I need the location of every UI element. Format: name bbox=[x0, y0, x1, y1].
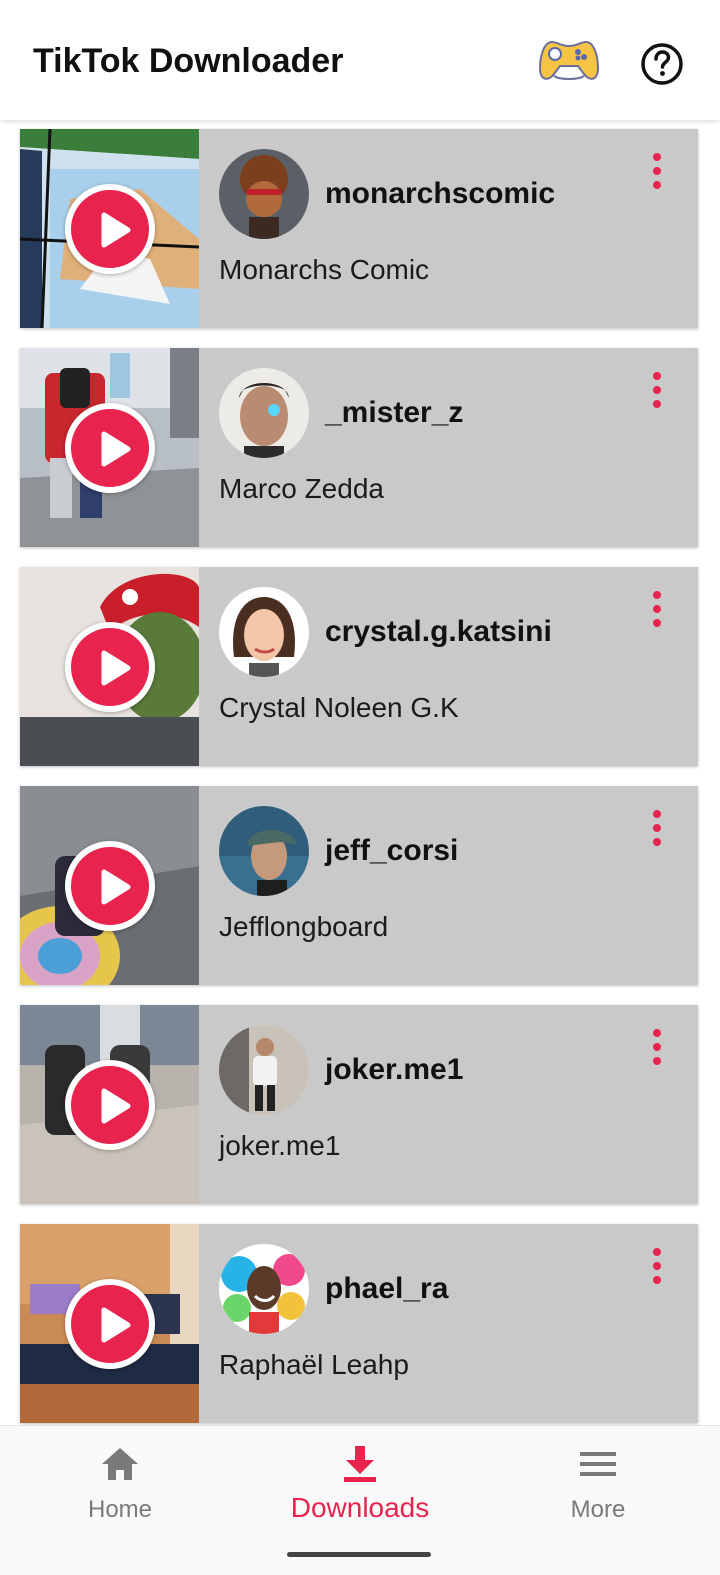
avatar[interactable] bbox=[219, 587, 309, 677]
username: _mister_z bbox=[325, 396, 464, 429]
gamepad-icon[interactable] bbox=[538, 36, 600, 86]
menu-icon bbox=[580, 1452, 616, 1476]
username: monarchscomic bbox=[325, 177, 556, 210]
play-button[interactable] bbox=[65, 622, 155, 712]
download-icon bbox=[344, 1446, 376, 1482]
avatar[interactable] bbox=[219, 368, 309, 458]
nav-downloads-label: Downloads bbox=[290, 1492, 430, 1523]
nav-home[interactable]: Home bbox=[0, 1426, 240, 1546]
nav-downloads[interactable]: Downloads bbox=[240, 1426, 480, 1546]
video-thumbnail[interactable] bbox=[20, 786, 199, 985]
app-bar: TikTok Downloader bbox=[0, 0, 720, 120]
display-name: Marco Zedda bbox=[219, 473, 384, 504]
video-thumbnail[interactable] bbox=[20, 1224, 199, 1423]
display-name: Raphaël Leahp bbox=[219, 1349, 409, 1380]
home-icon bbox=[102, 1448, 138, 1480]
play-button[interactable] bbox=[65, 184, 155, 274]
avatar[interactable] bbox=[219, 149, 309, 239]
avatar[interactable] bbox=[219, 806, 309, 896]
play-button[interactable] bbox=[65, 1060, 155, 1150]
nav-more[interactable]: More bbox=[478, 1426, 718, 1546]
download-item[interactable]: _mister_z Marco Zedda bbox=[20, 348, 698, 547]
play-button[interactable] bbox=[65, 1279, 155, 1369]
nav-more-label: More bbox=[570, 1496, 626, 1523]
display-name: Monarchs Comic bbox=[219, 254, 430, 285]
more-options-icon[interactable] bbox=[644, 1027, 670, 1067]
video-thumbnail[interactable] bbox=[20, 1005, 199, 1204]
avatar[interactable] bbox=[219, 1244, 309, 1334]
more-options-icon[interactable] bbox=[644, 1246, 670, 1286]
username: phael_ra bbox=[325, 1272, 449, 1305]
more-options-icon[interactable] bbox=[644, 151, 670, 191]
nav-home-label: Home bbox=[87, 1496, 153, 1523]
play-button[interactable] bbox=[65, 403, 155, 493]
username: joker.me1 bbox=[325, 1053, 464, 1086]
play-button[interactable] bbox=[65, 841, 155, 931]
video-thumbnail[interactable] bbox=[20, 348, 199, 547]
app-title: TikTok Downloader bbox=[33, 42, 344, 80]
display-name: Jefflongboard bbox=[219, 911, 389, 942]
more-options-icon[interactable] bbox=[644, 808, 670, 848]
help-icon[interactable] bbox=[640, 42, 684, 86]
video-thumbnail[interactable] bbox=[20, 567, 199, 766]
download-item[interactable]: joker.me1 joker.me1 bbox=[20, 1005, 698, 1204]
more-options-icon[interactable] bbox=[644, 589, 670, 629]
download-item[interactable]: jeff_corsi Jefflongboard bbox=[20, 786, 698, 985]
username: crystal.g.katsini bbox=[325, 615, 552, 648]
download-item[interactable]: monarchscomic Monarchs Comic bbox=[20, 129, 698, 328]
display-name: joker.me1 bbox=[219, 1130, 341, 1161]
more-options-icon[interactable] bbox=[644, 370, 670, 410]
downloads-list[interactable]: monarchscomic Monarchs Comic _mister_z M… bbox=[0, 120, 720, 1425]
username: jeff_corsi bbox=[325, 834, 459, 867]
download-item[interactable]: phael_ra Raphaël Leahp bbox=[20, 1224, 698, 1423]
avatar[interactable] bbox=[219, 1025, 309, 1115]
display-name: Crystal Noleen G.K bbox=[219, 692, 459, 723]
video-thumbnail[interactable] bbox=[20, 129, 199, 328]
download-item[interactable]: crystal.g.katsini Crystal Noleen G.K bbox=[20, 567, 698, 766]
home-indicator[interactable] bbox=[287, 1552, 431, 1557]
